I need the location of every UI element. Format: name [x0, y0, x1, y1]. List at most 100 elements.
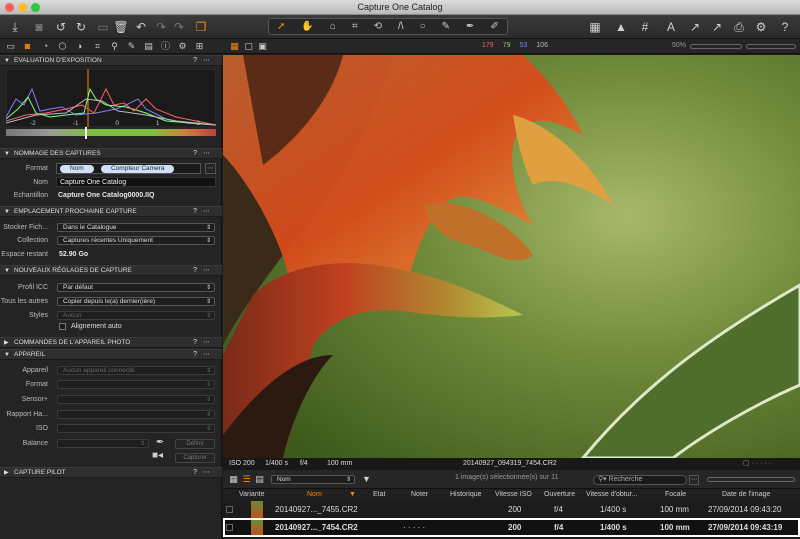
copy-adjustments-icon[interactable]: ❐ — [192, 18, 210, 36]
pan-tool-icon[interactable]: ✋ — [301, 21, 313, 32]
device-select[interactable]: Aucun appareil connecté ⇕ — [57, 366, 215, 375]
mask-tool-icon[interactable]: ○ — [420, 21, 426, 32]
help-icon[interactable]: ? — [776, 18, 794, 36]
others-select[interactable]: Copier depuis le(a) dernier(ière) ⇕ — [57, 297, 215, 306]
lens-tab-icon[interactable]: ◔ — [40, 41, 51, 52]
ratio-select[interactable]: ⇕ — [57, 410, 215, 419]
export-icon[interactable]: ↗ — [686, 18, 704, 36]
camera-format-select[interactable]: ⇕ — [57, 380, 215, 389]
counter-token[interactable]: Compteur Camera — [101, 165, 175, 173]
zoom-slider[interactable] — [690, 44, 742, 49]
column-state[interactable]: Etat — [373, 489, 385, 500]
minimize-window-button[interactable] — [18, 3, 27, 12]
single-view-icon[interactable]: ▢ — [243, 41, 254, 52]
iso-select[interactable]: ⇕ — [57, 424, 215, 433]
column-history[interactable]: Historique — [450, 489, 482, 500]
print-icon[interactable]: ⎙ — [730, 18, 748, 36]
eyedropper-icon[interactable]: ✒ — [156, 437, 164, 448]
import-icon[interactable]: ⤓ — [6, 18, 24, 36]
annotate-tool-icon[interactable]: ✐ — [490, 21, 498, 32]
thumbnail-view-icon[interactable]: ▦ — [228, 474, 239, 485]
collection-select[interactable]: Captures récentes Uniquement ⇕ — [57, 236, 215, 245]
rotate-left-icon[interactable]: ↺ — [52, 18, 70, 36]
search-options-button[interactable]: ⋯ — [689, 475, 699, 485]
warning-icon[interactable]: ▲ — [612, 18, 630, 36]
column-rating[interactable]: Noter — [411, 489, 428, 500]
thumbnail-size-slider[interactable] — [746, 44, 796, 49]
section-controls[interactable]: ?⋯ — [193, 350, 216, 360]
icc-select[interactable]: Par défaut ⇕ — [57, 283, 215, 292]
section-controls[interactable]: ?⋯ — [193, 149, 216, 159]
settings-section-header[interactable]: ▼ NOUVEAUX RÉGLAGES DE CAPTURE ?⋯ — [0, 265, 222, 276]
row-checkbox[interactable] — [226, 506, 233, 513]
table-row[interactable]: 20140927..._7455.CR2 200 f/4 1/400 s 100… — [223, 500, 800, 519]
camera-commands-section-header[interactable]: ▶ COMMANDES DE L'APPAREIL PHOTO ?⋯ — [0, 337, 222, 348]
multi-view-icon[interactable]: ▣ — [257, 41, 268, 52]
format-token-field[interactable]: Nom Compteur Camera — [56, 163, 201, 174]
column-aperture[interactable]: Ouverture — [544, 489, 575, 500]
zoom-window-button[interactable] — [31, 3, 40, 12]
column-shutter[interactable]: Vitesse d'obtur... — [586, 489, 637, 500]
pilot-section-header[interactable]: ▶ CAPTURE PILOT ?⋯ — [0, 467, 222, 478]
grid-view-icon[interactable]: ▦ — [229, 41, 240, 52]
naming-section-header[interactable]: ▼ NOMMAGE DES CAPTURES ?⋯ — [0, 148, 222, 159]
camera-section-header[interactable]: ▼ APPAREIL ?⋯ — [0, 349, 222, 360]
name-token[interactable]: Nom — [60, 165, 94, 173]
grid-icon[interactable]: # — [636, 18, 654, 36]
section-controls[interactable]: ?⋯ — [193, 207, 216, 217]
sensor-select[interactable]: ⇕ — [57, 395, 215, 404]
metadata-tab-icon[interactable]: ▤ — [143, 41, 154, 52]
folder-icon[interactable]: ▭ — [94, 18, 112, 36]
format-more-button[interactable]: ⋯ — [205, 163, 216, 174]
capture-tab-icon[interactable]: ◙ — [22, 41, 33, 52]
color-tab-icon[interactable]: ⬡ — [57, 41, 68, 52]
details-tab-icon[interactable]: ⚲ — [109, 41, 120, 52]
adjustments-tab-icon[interactable]: ✎ — [126, 41, 137, 52]
capture-button[interactable]: Capturer — [175, 453, 215, 463]
picker-tool-icon[interactable]: ✒ — [466, 21, 474, 32]
rating-dots[interactable]: ▢ · · · · · — [743, 458, 771, 470]
column-variant[interactable]: Variante — [239, 489, 265, 500]
close-window-button[interactable] — [5, 3, 14, 12]
output-tab-icon[interactable]: ⚙ — [177, 41, 188, 52]
section-controls[interactable]: ?⋯ — [193, 338, 216, 348]
rotate-tool-icon[interactable]: ⟲ — [374, 21, 382, 32]
details-view-icon[interactable]: ▤ — [254, 474, 265, 485]
search-input[interactable]: ⚲▾ Recherche — [593, 475, 687, 485]
sort-select[interactable]: Nom ⇕ — [271, 475, 355, 484]
library-tab-icon[interactable]: ▭ — [5, 41, 16, 52]
redo-alt-icon[interactable]: ↷ — [170, 18, 188, 36]
column-iso[interactable]: Vitesse ISO — [495, 489, 532, 500]
column-date[interactable]: Date de l'image — [722, 489, 770, 500]
grid-layout-icon[interactable]: ▦ — [586, 18, 604, 36]
gear-icon[interactable]: ⚙ — [752, 18, 770, 36]
composition-tab-icon[interactable]: ⌗ — [92, 41, 103, 52]
list-view-icon[interactable]: ☰ — [241, 474, 252, 485]
select-tool-icon[interactable]: ➚ — [277, 21, 285, 32]
row-checkbox[interactable] — [226, 524, 233, 531]
auto-align-checkbox[interactable] — [59, 323, 66, 330]
image-viewer[interactable] — [223, 55, 800, 458]
store-select[interactable]: Dans le Catalogue ⇕ — [57, 223, 215, 232]
trash-icon[interactable]: 🗑 — [112, 18, 130, 36]
row-rating[interactable]: · · · · · — [403, 520, 425, 535]
undo-icon[interactable]: ↶ — [132, 18, 150, 36]
section-controls[interactable]: ?⋯ — [193, 468, 216, 478]
keystone-tool-icon[interactable]: /\ — [398, 21, 404, 32]
loupe-tool-icon[interactable]: ⌂ — [330, 21, 336, 32]
name-input[interactable]: Capture One Catalog — [56, 177, 216, 187]
table-row-selected[interactable]: 20140927..._7454.CR2 · · · · · 200 f/4 1… — [223, 518, 800, 537]
define-button[interactable]: Définir — [175, 439, 215, 449]
batch-tab-icon[interactable]: ⊞ — [194, 41, 205, 52]
crop-tool-icon[interactable]: ⌗ — [352, 21, 358, 32]
export-alt-icon[interactable]: ↗ — [708, 18, 726, 36]
redo-icon[interactable]: ↷ — [152, 18, 170, 36]
section-controls[interactable]: ?⋯ — [193, 56, 216, 66]
exposure-tab-icon[interactable]: ◑ — [74, 41, 85, 52]
video-camera-icon[interactable]: ■◂ — [152, 450, 163, 461]
location-section-header[interactable]: ▼ EMPLACEMENT PROCHAINE CAPTURE ?⋯ — [0, 206, 222, 217]
filter-icon[interactable]: ▼ — [361, 474, 372, 485]
browser-size-slider[interactable] — [707, 477, 795, 482]
column-name[interactable]: Nom — [307, 489, 322, 500]
info-tab-icon[interactable]: ⓘ — [160, 41, 171, 52]
